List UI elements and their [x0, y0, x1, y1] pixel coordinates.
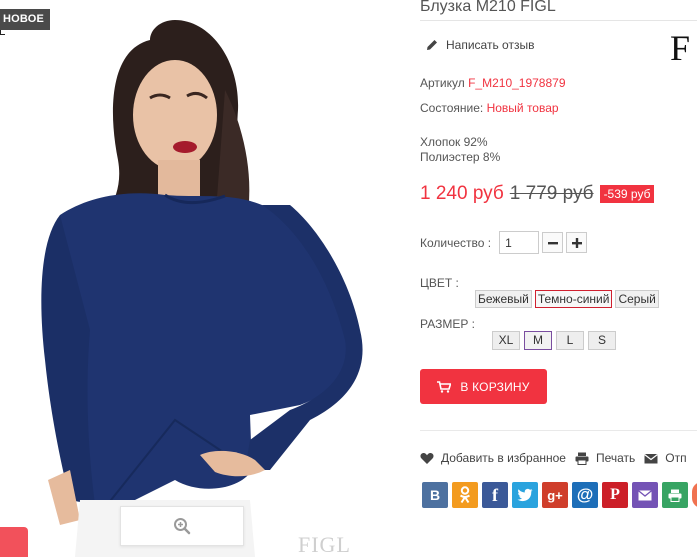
heart-icon [420, 452, 434, 464]
size-option-s[interactable]: S [588, 331, 616, 350]
product-photo[interactable] [0, 0, 406, 557]
quantity-input[interactable] [499, 231, 540, 254]
send-to-friend-label: Отп [665, 451, 687, 465]
product-actions: Добавить в избранное Печать Отп [420, 451, 696, 465]
product-page: НОВОЕ FIGL Блузка M210 FIGL F Написать о… [0, 0, 697, 557]
corner-badge[interactable] [0, 527, 28, 557]
vk-icon: В [429, 487, 441, 503]
add-to-favorites-label: Добавить в избранное [441, 451, 566, 465]
condition-row: Состояние: Новый товар [420, 101, 559, 115]
composition-line-1: Хлопок 92% [420, 135, 488, 149]
color-option-grey[interactable]: Серый [615, 290, 659, 308]
article-row: Артикул F_M210_1978879 [420, 76, 566, 90]
color-options: Бежевый Темно-синий Серый [475, 290, 662, 308]
color-option-beige[interactable]: Бежевый [475, 290, 532, 308]
share-facebook-button[interactable]: f [482, 482, 508, 508]
printer-icon [575, 452, 589, 465]
quantity-minus-button[interactable] [542, 232, 564, 253]
quantity-label: Количество : [420, 235, 492, 250]
share-twitter-button[interactable] [512, 482, 538, 508]
size-options: XL M L S [492, 331, 620, 350]
article-label: Артикул [420, 76, 465, 90]
share-vk-button[interactable]: В [422, 482, 448, 508]
product-info: Блузка M210 FIGL F Написать отзыв Артику… [406, 0, 697, 557]
share-email-button[interactable] [632, 482, 658, 508]
share-gplus-button[interactable]: g+ [542, 482, 568, 508]
pencil-icon [427, 40, 437, 50]
brand-logo[interactable]: F [670, 30, 690, 66]
image-watermark: FIGL [298, 532, 351, 557]
share-ok-button[interactable] [452, 482, 478, 508]
send-to-friend-link[interactable]: Отп [644, 451, 687, 465]
size-label: РАЗМЕР : [420, 317, 475, 331]
current-price: 1 240 руб [420, 183, 504, 204]
pinterest-icon: P [610, 486, 620, 503]
condition-label: Состояние: [420, 101, 484, 115]
article-value: F_M210_1978879 [468, 76, 566, 90]
share-pinterest-button[interactable]: P [602, 482, 628, 508]
mail-icon [638, 489, 652, 500]
add-to-cart-label: В КОРЗИНУ [460, 379, 530, 394]
minus-icon [547, 241, 558, 244]
share-mailru-button[interactable]: @ [572, 482, 598, 508]
zoom-icon [174, 518, 191, 535]
divider [420, 430, 697, 431]
gplus-icon: g+ [547, 487, 563, 503]
discount-badge: -539 руб [599, 185, 655, 203]
price-block: 1 240 руб 1 779 руб -539 руб [420, 183, 655, 205]
composition-line-2: Полиэстер 8% [420, 150, 501, 164]
cart-icon [437, 380, 452, 393]
write-review-link[interactable]: Написать отзыв [425, 38, 534, 52]
condition-value: Новый товар [486, 101, 559, 115]
product-title: Блузка M210 FIGL [420, 0, 556, 15]
color-label: ЦВЕТ : [420, 276, 459, 290]
share-more-button[interactable] [692, 482, 697, 508]
color-option-dark-blue[interactable]: Темно-синий [534, 290, 613, 308]
add-to-cart-button[interactable]: В КОРЗИНУ [420, 369, 547, 404]
product-image-area: НОВОЕ FIGL [0, 0, 406, 557]
new-badge: НОВОЕ [0, 9, 51, 35]
print-link[interactable]: Печать [575, 451, 635, 465]
divider [420, 20, 697, 21]
size-option-m[interactable]: M [524, 331, 552, 350]
twitter-icon [517, 488, 533, 502]
size-option-xl[interactable]: XL [492, 331, 520, 350]
ok-icon [459, 486, 471, 504]
share-print-button[interactable] [662, 482, 688, 508]
quantity-row: Количество : [420, 231, 588, 254]
plus-icon [571, 237, 582, 248]
zoom-button[interactable] [120, 506, 244, 546]
size-option-l[interactable]: L [556, 331, 584, 350]
share-buttons: В f g+ @ P [422, 482, 697, 508]
old-price: 1 779 руб [509, 183, 594, 204]
add-to-favorites-link[interactable]: Добавить в избранное [420, 451, 566, 465]
mailru-icon: @ [576, 485, 594, 504]
print-label: Печать [595, 451, 636, 465]
quantity-plus-button[interactable] [566, 232, 588, 253]
envelope-icon [644, 453, 659, 463]
print-icon [668, 489, 682, 502]
write-review-label: Написать отзыв [446, 38, 535, 52]
facebook-icon: f [492, 484, 498, 505]
